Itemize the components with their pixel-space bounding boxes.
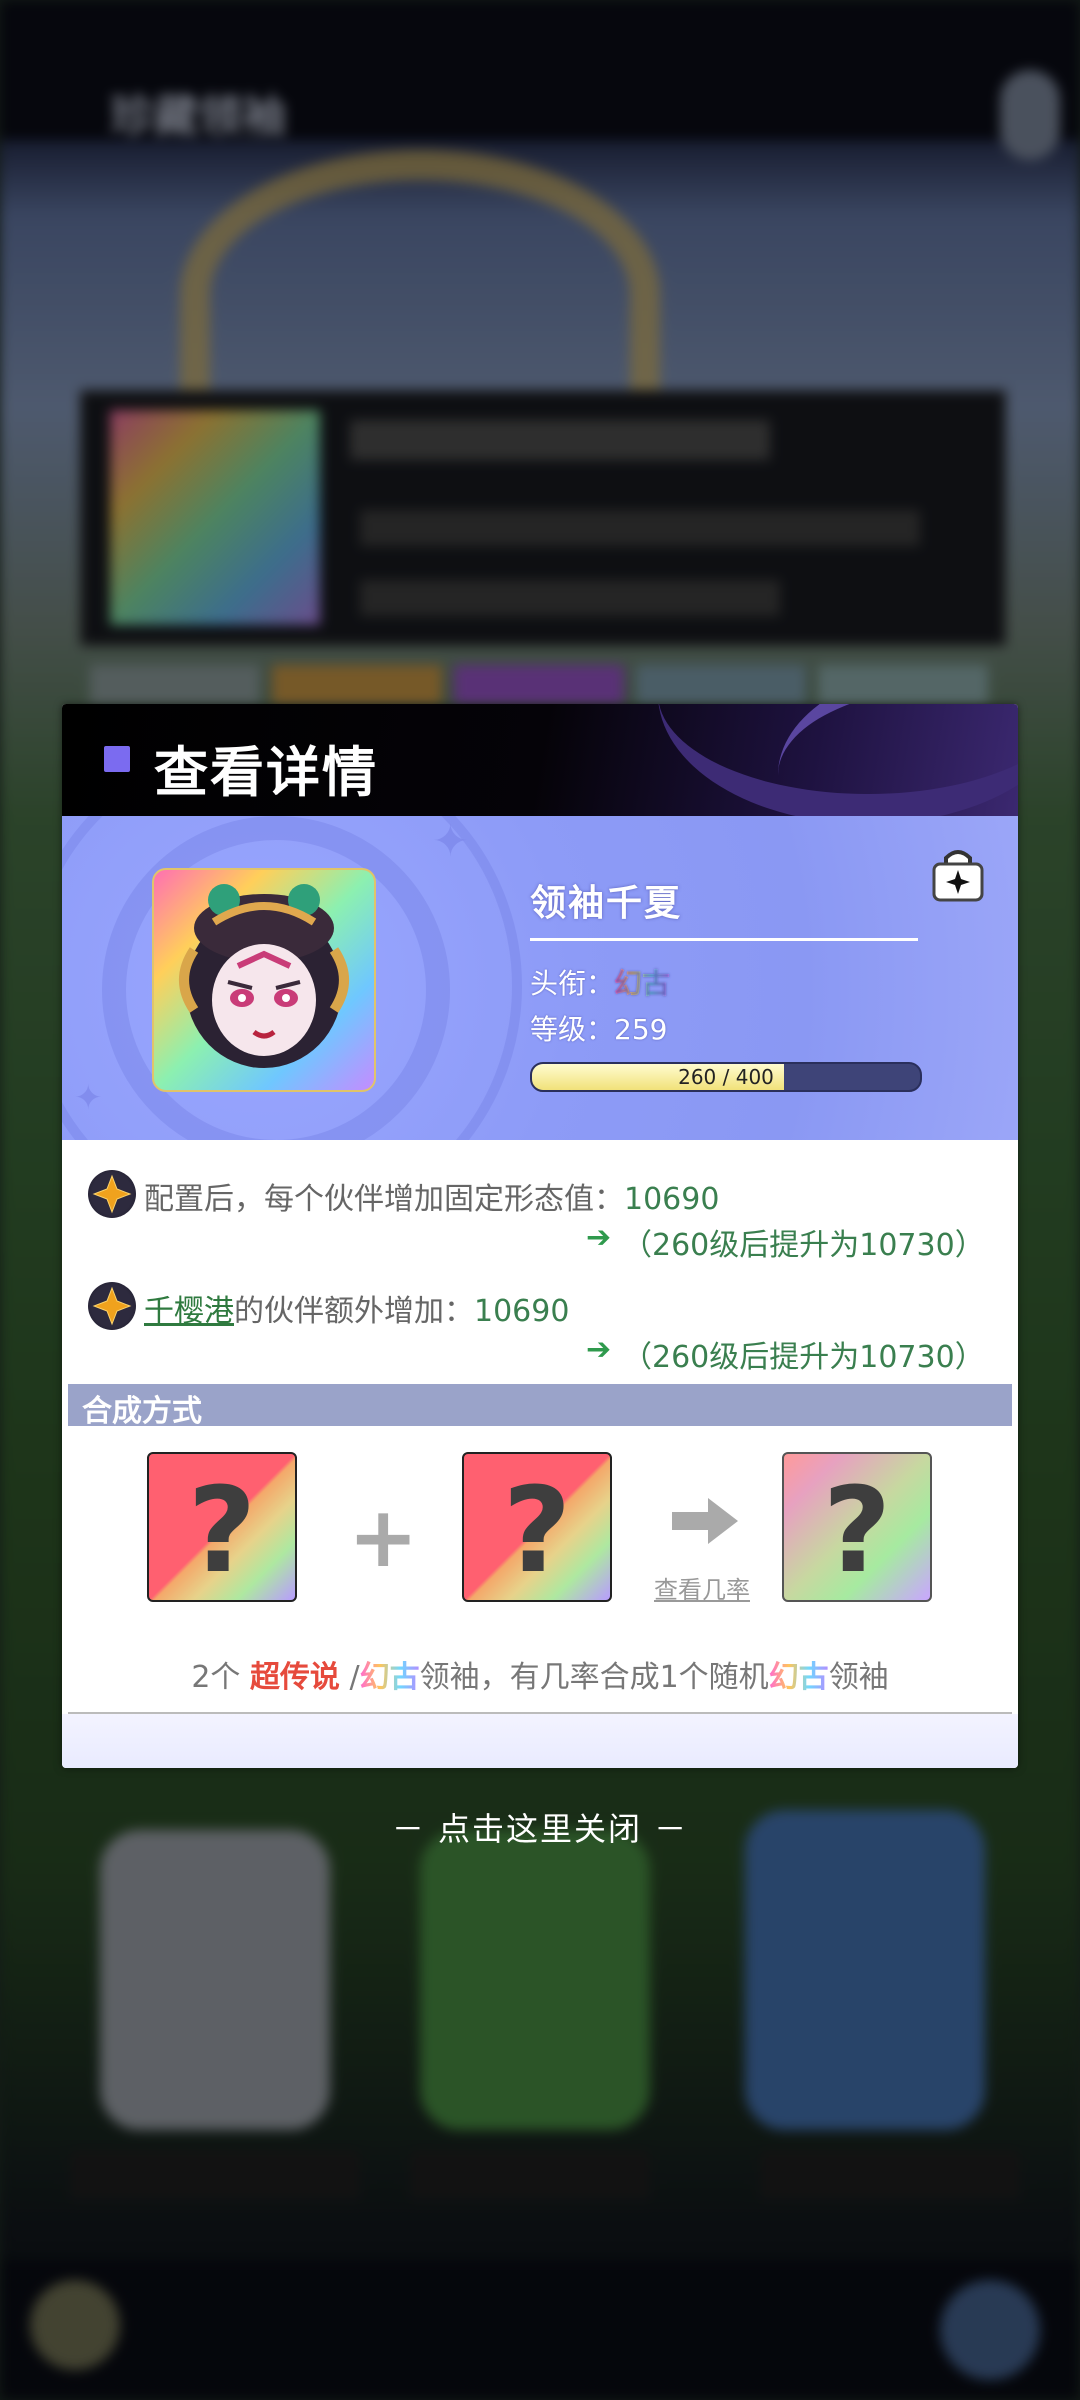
close-hint[interactable]: － 点击这里关闭 － bbox=[0, 1804, 1080, 1850]
result-card[interactable]: ? bbox=[782, 1452, 932, 1602]
name-divider bbox=[530, 938, 918, 941]
desc-part-4: 领袖 bbox=[828, 1660, 889, 1695]
effect-line-1: 配置后，每个伙伴增加固定形态值：10690 bbox=[144, 1174, 719, 1218]
view-odds-link[interactable]: 查看几率 bbox=[654, 1570, 750, 1605]
effect-star-icon bbox=[88, 1282, 136, 1330]
title-label: 头衔： bbox=[530, 967, 615, 1000]
question-mark-icon: ? bbox=[187, 1461, 257, 1599]
xp-progress-text: 260 / 400 bbox=[678, 1065, 774, 1089]
effect-1-upgrade-note: （260级后提升为10730） bbox=[622, 1228, 985, 1263]
effect-2-value: 10690 bbox=[474, 1294, 570, 1329]
synthesis-description: 2个 超传说 /幻古领袖，有几率合成1个随机幻古领袖 bbox=[62, 1652, 1018, 1696]
plus-icon: + bbox=[348, 1488, 419, 1586]
arrow-right-icon: ➔ bbox=[586, 1220, 612, 1255]
effect-1-prefix: 配置后，每个伙伴增加固定形态值： bbox=[144, 1182, 624, 1217]
desc-rainbow-2: 幻古 bbox=[768, 1660, 829, 1695]
desc-part-3: 领袖，有几率合成1个随机 bbox=[419, 1660, 769, 1695]
desc-part-1: 2个 bbox=[191, 1660, 250, 1695]
arrow-right-icon bbox=[670, 1496, 740, 1546]
level-value: 259 bbox=[614, 1013, 668, 1046]
lock-button[interactable] bbox=[928, 844, 988, 904]
xp-progress-bar: 260 / 400 bbox=[530, 1062, 922, 1092]
effect-1-value: 10690 bbox=[624, 1182, 720, 1217]
level-label: 等级： bbox=[530, 1013, 615, 1046]
dialog-header: 查看详情 bbox=[62, 704, 1018, 816]
lock-icon bbox=[932, 850, 984, 902]
desc-legend: 超传说 bbox=[249, 1660, 340, 1695]
question-mark-icon: ? bbox=[502, 1461, 572, 1599]
leader-level-row: 等级：259 bbox=[530, 1008, 667, 1048]
leader-portrait-icon bbox=[179, 884, 349, 1068]
effect-2-prefix: 的伙伴额外增加： bbox=[234, 1294, 474, 1329]
ingredient-card-1[interactable]: ? bbox=[147, 1452, 297, 1602]
leader-avatar[interactable] bbox=[152, 868, 376, 1092]
question-mark-icon: ? bbox=[822, 1461, 892, 1599]
desc-part-2: / bbox=[339, 1660, 360, 1695]
leader-info-panel: ✦ ✦ 领袖千夏 头衔：幻古 等级：259 260 / 400 bbox=[62, 816, 1018, 1140]
synthesis-title: 合成方式 bbox=[82, 1394, 202, 1429]
title-value: 幻古 bbox=[614, 967, 671, 1000]
dialog-title: 查看详情 bbox=[154, 740, 378, 804]
title-square-icon bbox=[104, 746, 130, 772]
leader-title-row: 头衔：幻古 bbox=[530, 962, 670, 1002]
port-link[interactable]: 千樱港 bbox=[144, 1294, 234, 1329]
effect-star-icon bbox=[88, 1170, 136, 1218]
ingredient-card-2[interactable]: ? bbox=[462, 1452, 612, 1602]
leader-name: 领袖千夏 bbox=[530, 883, 683, 924]
details-dialog: 查看详情 ✦ ✦ 领袖千夏 头衔：幻古 等级：259 260 / 400 配置后… bbox=[62, 704, 1018, 1768]
arrow-right-icon: ➔ bbox=[586, 1332, 612, 1367]
dialog-footer bbox=[62, 1714, 1018, 1768]
desc-rainbow-1: 幻古 bbox=[359, 1660, 420, 1695]
effect-line-2: 千樱港的伙伴额外增加：10690 bbox=[144, 1286, 569, 1330]
effect-2-upgrade-note: （260级后提升为10730） bbox=[622, 1340, 985, 1375]
synthesis-section-header: 合成方式 bbox=[68, 1384, 1012, 1429]
